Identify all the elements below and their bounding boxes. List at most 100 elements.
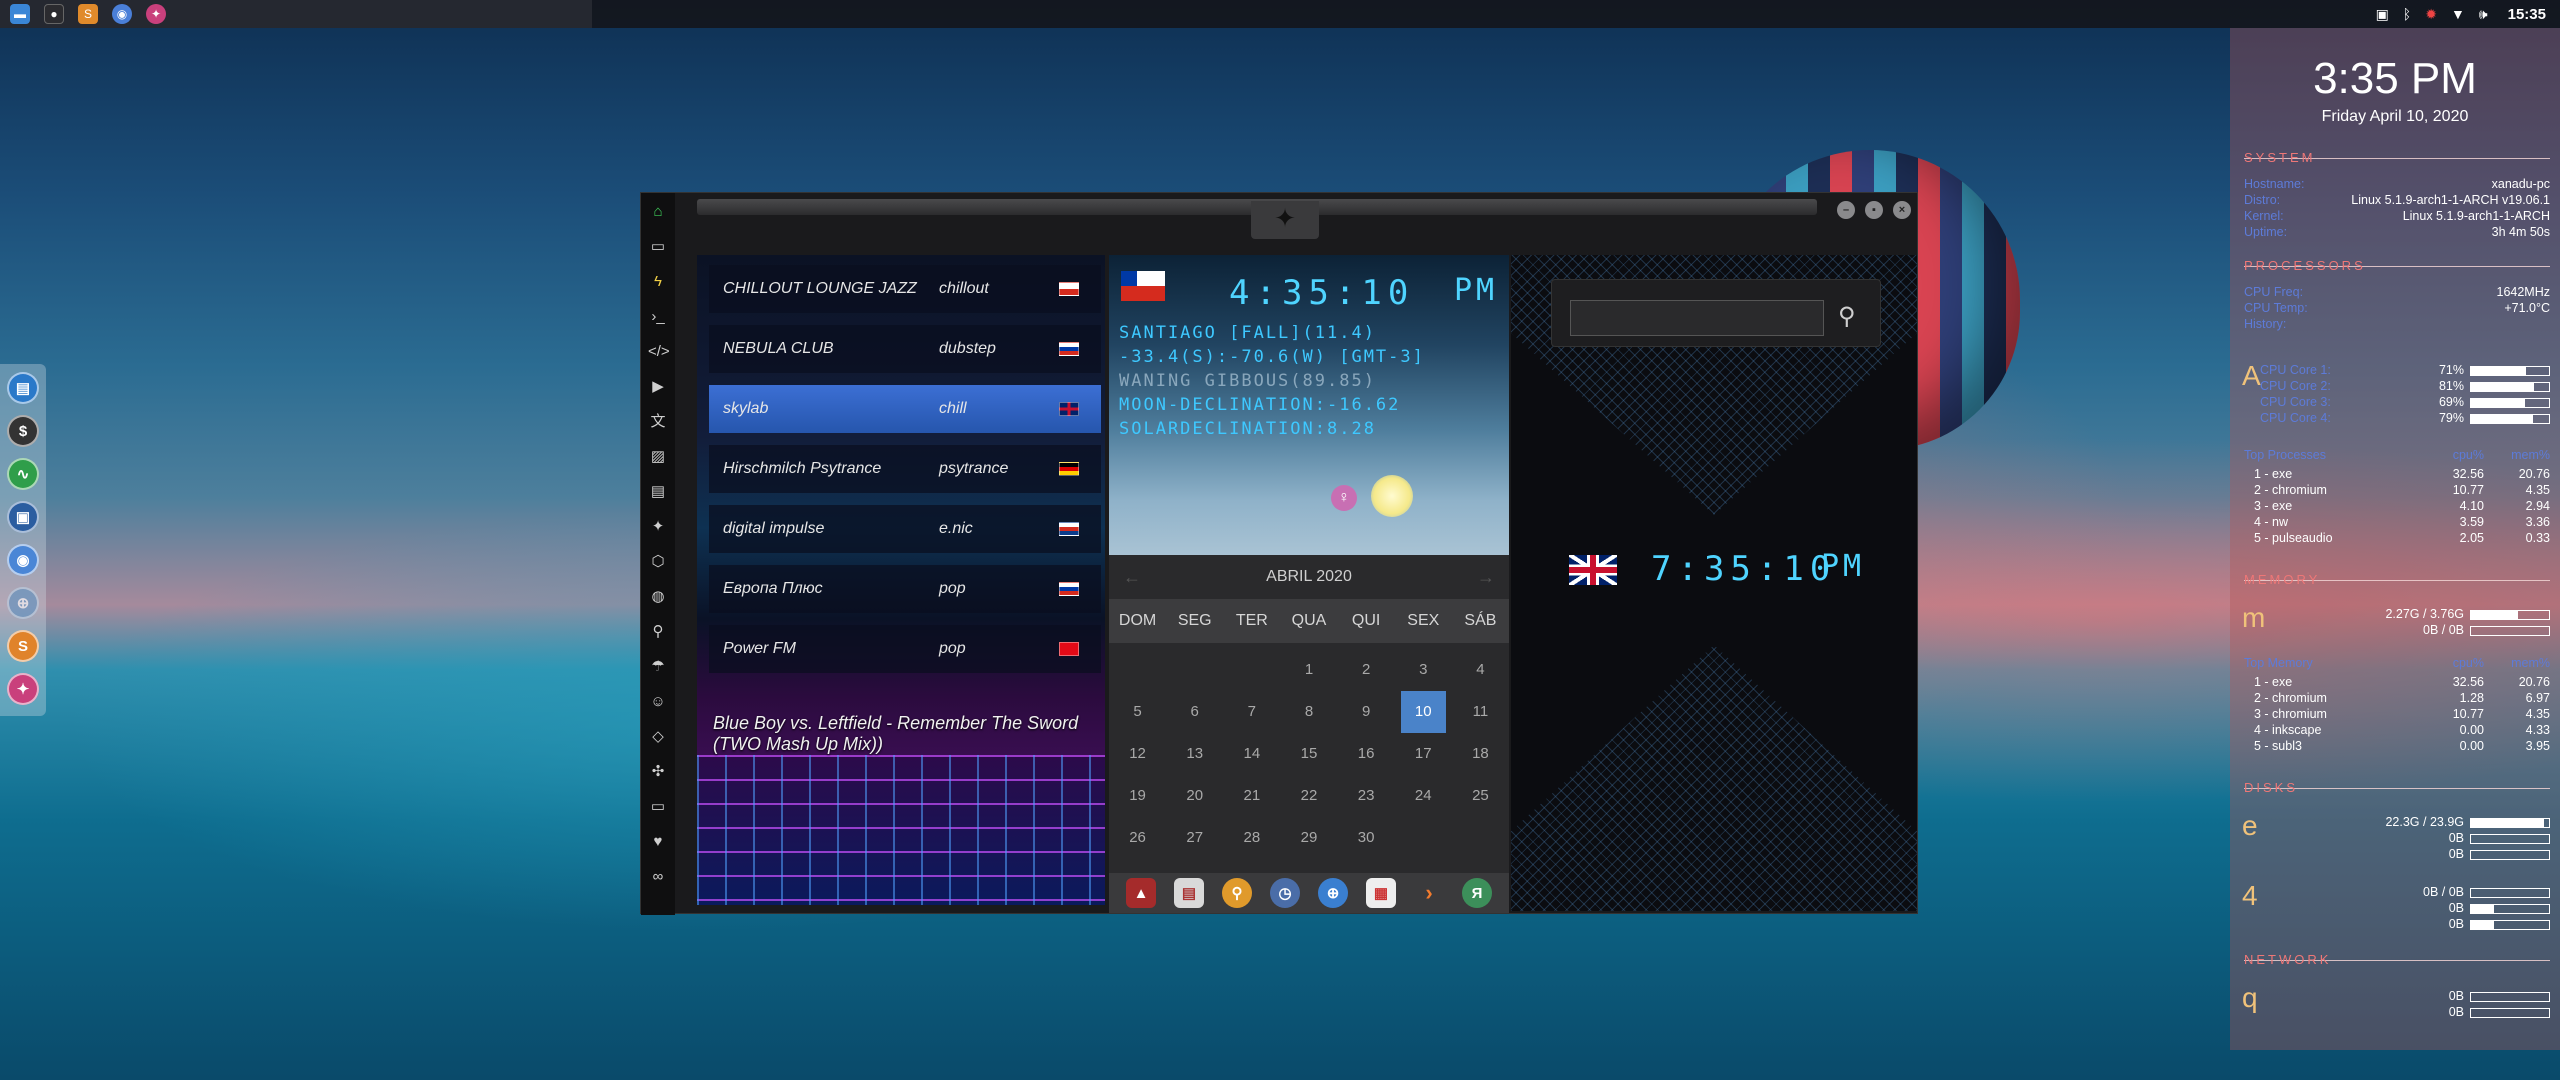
lightning-icon[interactable]: ϟ	[648, 271, 668, 293]
screenshot-icon[interactable]: ▣	[2376, 6, 2389, 23]
prev-month-icon[interactable]: ←	[1123, 555, 1141, 599]
heart-icon[interactable]: ♥	[648, 831, 668, 853]
calendar-day[interactable]: 4	[1452, 649, 1509, 691]
next-month-icon[interactable]: →	[1477, 555, 1495, 599]
sublime-icon[interactable]: S	[7, 630, 39, 662]
calendar-day[interactable]: 5	[1109, 691, 1166, 733]
calendar-day[interactable]: 1	[1280, 649, 1337, 691]
volume-icon[interactable]: 🕪	[2479, 6, 2488, 23]
sublime-text-icon[interactable]: S	[78, 4, 98, 24]
network-glyph: q	[2242, 982, 2258, 1013]
arrow-app-icon[interactable]: ›	[1414, 878, 1444, 908]
news-icon[interactable]: ▤	[648, 481, 668, 503]
document-icon[interactable]: ▭	[648, 236, 668, 258]
link-icon[interactable]: ∞	[648, 866, 668, 888]
globe-icon[interactable]: ◍	[648, 586, 668, 608]
browser-icon[interactable]: ⊕	[1318, 878, 1348, 908]
vlc-icon[interactable]: ▲	[1126, 878, 1156, 908]
calendar-day[interactable]: 16	[1338, 733, 1395, 775]
calendar-day[interactable]: 15	[1280, 733, 1337, 775]
calendar-day[interactable]: 6	[1166, 691, 1223, 733]
rebel-app-icon[interactable]: ✦	[146, 4, 166, 24]
image-icon[interactable]: ▨	[648, 446, 668, 468]
usage-bar	[2470, 849, 2550, 860]
calendar-day[interactable]: 9	[1338, 691, 1395, 733]
rebel-icon[interactable]: ✦	[7, 673, 39, 705]
calendar-day[interactable]: 20	[1166, 775, 1223, 817]
code-icon[interactable]: </>	[648, 341, 670, 363]
calendar-day[interactable]: 23	[1338, 775, 1395, 817]
terminal-icon[interactable]: ●	[44, 4, 64, 24]
close-button[interactable]: ×	[1893, 201, 1911, 219]
search-app-icon[interactable]: ⚲	[1222, 878, 1252, 908]
calendar-day[interactable]: 30	[1338, 817, 1395, 859]
conky-row: 0B / 0B	[2270, 884, 2550, 900]
calendar-day[interactable]: 24	[1395, 775, 1452, 817]
youtube-icon[interactable]: ▭	[648, 796, 668, 818]
bluetooth-icon[interactable]: ᛒ	[2403, 6, 2411, 22]
search-input[interactable]	[1570, 300, 1824, 336]
station-item[interactable]: NEBULA CLUB dubstep	[709, 325, 1101, 373]
calendar-day[interactable]: 13	[1166, 733, 1223, 775]
news-icon[interactable]: ▤	[1174, 878, 1204, 908]
process-name: 3 - exe	[2254, 499, 2293, 513]
calendar-day[interactable]: 29	[1280, 817, 1337, 859]
calendar-day[interactable]: 3	[1395, 649, 1452, 691]
calendar-day[interactable]: 12	[1109, 733, 1166, 775]
expand-icon[interactable]: ✣	[648, 761, 668, 783]
minimize-button[interactable]: –	[1837, 201, 1855, 219]
calendar-day[interactable]: 7	[1223, 691, 1280, 733]
calendar-day[interactable]: 22	[1280, 775, 1337, 817]
play-icon[interactable]: ▶	[648, 376, 668, 398]
station-item[interactable]: skylab chill	[709, 385, 1101, 433]
station-item[interactable]: Европа Плюс pop	[709, 565, 1101, 613]
calendar-day[interactable]: 27	[1166, 817, 1223, 859]
umbrella-icon[interactable]: ☂	[648, 656, 668, 678]
calendar-day[interactable]: 28	[1223, 817, 1280, 859]
chromium-icon[interactable]: ◉	[7, 544, 39, 576]
money-icon[interactable]: $	[7, 415, 39, 447]
calendar-day[interactable]: 25	[1452, 775, 1509, 817]
process-row: 5 - pulseaudio 2.05 0.33	[2254, 530, 2550, 546]
rebel-icon[interactable]: ✦	[648, 516, 668, 538]
conky-row: 0B	[2270, 900, 2550, 916]
clock-app-icon[interactable]: ◷	[1270, 878, 1300, 908]
hexagon-icon[interactable]: ⬡	[648, 551, 668, 573]
maximize-button[interactable]: ▪	[1865, 201, 1883, 219]
station-item[interactable]: Hirschmilch Psytrance psytrance	[709, 445, 1101, 493]
contacts-icon[interactable]: ☺	[648, 691, 668, 713]
calendar-day[interactable]: 2	[1338, 649, 1395, 691]
calendar-app-icon[interactable]: ▦	[1366, 878, 1396, 908]
calendar-day[interactable]: 14	[1223, 733, 1280, 775]
wifi-icon[interactable]: ▼	[2451, 6, 2465, 22]
station-item[interactable]: Power FM pop	[709, 625, 1101, 673]
yandex-icon[interactable]: Я	[1462, 878, 1492, 908]
station-item[interactable]: digital impulse e.nic	[709, 505, 1101, 553]
calendar-day[interactable]: 8	[1280, 691, 1337, 733]
calendar-day-today[interactable]: 10	[1400, 691, 1446, 733]
calendar-day[interactable]: 18	[1452, 733, 1509, 775]
files-icon[interactable]: ▤	[7, 372, 39, 404]
clock-line: SOLARDECLINATION:8.28	[1119, 419, 1376, 439]
calendar-day[interactable]: 17	[1395, 733, 1452, 775]
activity-icon[interactable]: ∿	[7, 458, 39, 490]
settings-icon[interactable]: ✹	[2425, 6, 2437, 23]
conky-row: CPU Core 2: 81%	[2260, 378, 2550, 394]
file-manager-icon[interactable]: ▬	[10, 4, 30, 24]
calendar-day[interactable]: 21	[1223, 775, 1280, 817]
search-icon[interactable]: ⚲	[648, 621, 668, 643]
calendar-day[interactable]: 11	[1452, 691, 1509, 733]
calendar-day[interactable]: 26	[1109, 817, 1166, 859]
search-icon[interactable]: ⚲	[1838, 302, 1856, 331]
home-icon[interactable]: ⌂	[648, 201, 668, 223]
screenshot-icon[interactable]: ▣	[7, 501, 39, 533]
london-time: 7:35:10	[1651, 549, 1837, 589]
translate-icon[interactable]: 文	[648, 411, 668, 433]
chromium-icon[interactable]: ◉	[112, 4, 132, 24]
diamond-icon[interactable]: ◇	[648, 726, 668, 748]
panel-clock[interactable]: 15:35	[2508, 6, 2546, 23]
calendar-day[interactable]: 19	[1109, 775, 1166, 817]
terminal-prompt-icon[interactable]: ›_	[648, 306, 668, 328]
station-item[interactable]: CHILLOUT LOUNGE JAZZ chillout	[709, 265, 1101, 313]
globe-icon[interactable]: ⊕	[7, 587, 39, 619]
